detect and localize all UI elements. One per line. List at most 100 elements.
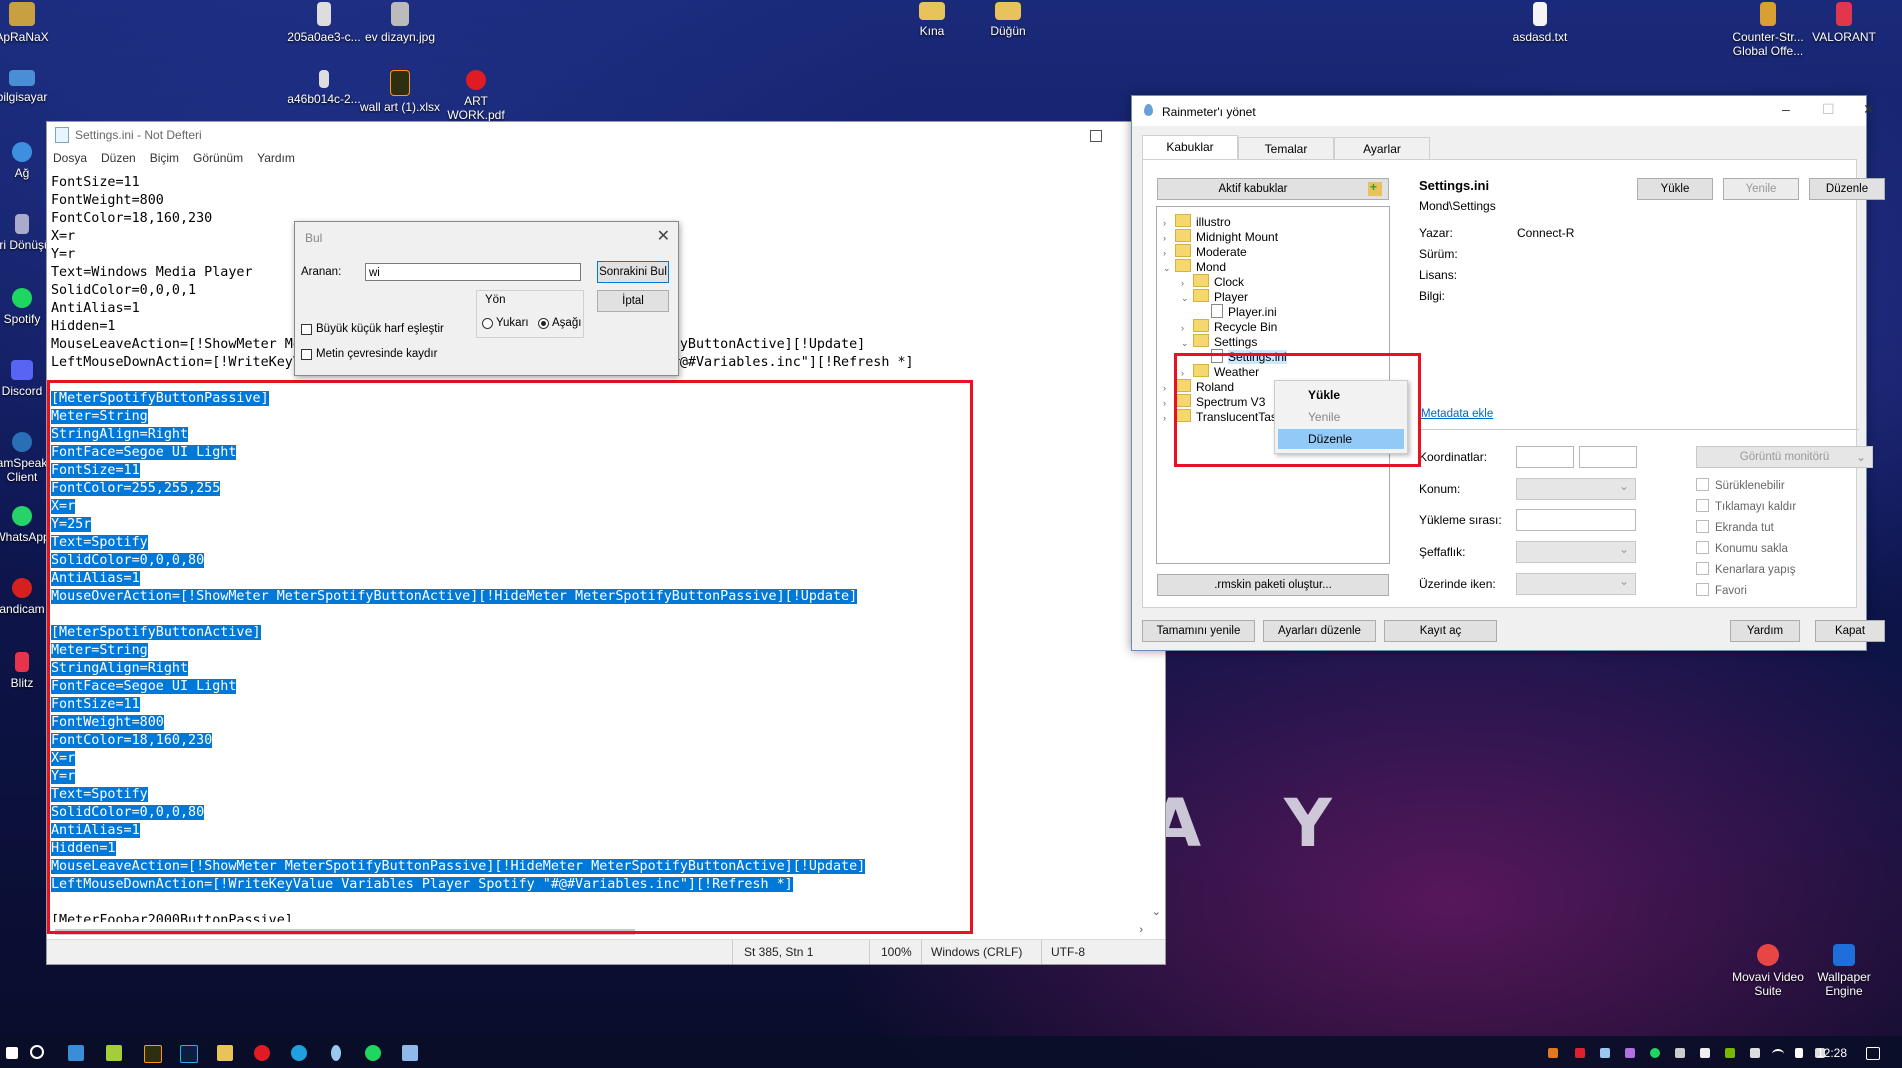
tray-icon[interactable]: [1750, 1048, 1760, 1058]
app-icon[interactable]: [106, 1045, 122, 1061]
tray-icon[interactable]: [1600, 1048, 1610, 1058]
nvidia-icon[interactable]: [1725, 1048, 1735, 1058]
refresh-all-button[interactable]: Tamamını yenile: [1142, 620, 1255, 642]
tree-node-label: Midnight Mount: [1196, 230, 1279, 244]
tree-node-label: Mond: [1196, 260, 1227, 274]
edit-button[interactable]: Düzenle: [1809, 178, 1885, 200]
direction-up-radio[interactable]: [482, 318, 493, 329]
blitz-icon: [15, 652, 29, 672]
find-dialog-title: Bul: [305, 231, 323, 245]
direction-down-radio[interactable]: [538, 318, 549, 329]
file-explorer-icon[interactable]: [217, 1045, 233, 1061]
highlight-box-selection: [47, 380, 973, 934]
search-input[interactable]: wi: [365, 263, 581, 281]
load-button[interactable]: Yükle: [1637, 178, 1713, 200]
menu-view[interactable]: Görünüm: [193, 151, 243, 165]
folder-icon: [1193, 319, 1209, 332]
desktop-icon-image-file[interactable]: 205a0ae3-c...: [284, 2, 364, 44]
opera-icon[interactable]: [254, 1045, 270, 1061]
tray-icon[interactable]: [1700, 1048, 1710, 1058]
wallpaper-engine-icon: [1833, 944, 1855, 966]
add-metadata-link[interactable]: Metadata ekle: [1421, 408, 1493, 420]
rainmeter-titlebar[interactable]: Rainmeter'ı yönet – ☐ ✕: [1132, 96, 1875, 126]
desktop-icon-apranax[interactable]: ApRaNaX: [0, 2, 62, 44]
search-icon[interactable]: [30, 1045, 44, 1059]
status-cursor-position: St 385, Stn 1: [744, 945, 814, 959]
tab-skins[interactable]: Kabuklar: [1142, 135, 1238, 160]
add-plus-icon: +: [1370, 180, 1378, 194]
close-button[interactable]: Kapat: [1815, 620, 1885, 642]
desktop-icon-art-work[interactable]: ART WORK.pdf: [436, 70, 516, 122]
desktop-icon-asdasd-txt[interactable]: asdasd.txt: [1500, 2, 1580, 44]
coord-y-input[interactable]: [1579, 446, 1637, 468]
tray-icon[interactable]: [1675, 1048, 1685, 1058]
text-line[interactable]: FontWeight=800: [51, 192, 1147, 210]
spotify-icon[interactable]: [365, 1045, 381, 1061]
menu-file[interactable]: Dosya: [53, 151, 87, 165]
minimize-icon[interactable]: –: [1782, 101, 1790, 117]
csgo-icon: [1760, 2, 1776, 26]
desktop-icon-wall-art[interactable]: wall art (1).xlsx: [360, 70, 440, 114]
desktop-icon-wallpaper-engine[interactable]: Wallpaper Engine: [1804, 944, 1884, 998]
open-log-button[interactable]: Kayıt aç: [1384, 620, 1497, 642]
coord-x-input[interactable]: [1516, 446, 1574, 468]
text-line-content: X=r: [51, 229, 76, 244]
tray-icon[interactable]: [1625, 1048, 1635, 1058]
desktop-icon-a46b[interactable]: a46b014c-2...: [284, 70, 364, 106]
author-label: Yazar:: [1419, 226, 1453, 240]
photoshop-icon[interactable]: [180, 1045, 198, 1063]
load-order-input[interactable]: [1516, 509, 1636, 531]
edit-settings-button[interactable]: Ayarları düzenle: [1263, 620, 1376, 642]
menu-edit[interactable]: Düzen: [101, 151, 136, 165]
start-icon[interactable]: [6, 1047, 18, 1059]
tray-icon[interactable]: [1575, 1048, 1585, 1058]
tray-icon[interactable]: [1548, 1048, 1558, 1058]
info-label: Bilgi:: [1419, 289, 1446, 303]
cancel-button[interactable]: İptal: [597, 290, 669, 312]
match-case-checkbox[interactable]: [301, 324, 312, 335]
mail-icon[interactable]: [68, 1045, 84, 1061]
desktop-folder-dugun[interactable]: Düğün: [968, 2, 1048, 38]
desktop-icon-ev-dizayn[interactable]: ev dizayn.jpg: [360, 2, 440, 44]
notepad-titlebar[interactable]: Settings.ini - Not Defteri: [47, 122, 1165, 148]
menu-format[interactable]: Biçim: [150, 151, 179, 165]
click-through-label: Tıklamayı kaldır: [1715, 501, 1797, 513]
desktop-icon-movavi[interactable]: Movavi Video Suite: [1728, 944, 1808, 998]
desktop-icon-valorant[interactable]: VALORANT: [1804, 2, 1884, 44]
wifi-icon[interactable]: [1772, 1049, 1784, 1059]
rainmeter-icon[interactable]: [331, 1045, 341, 1061]
edge-icon[interactable]: [291, 1045, 307, 1061]
active-skins-dropdown[interactable]: Aktif kabuklar▼: [1157, 178, 1389, 200]
expander-icon[interactable]: ⌄: [1181, 289, 1193, 307]
volume-icon[interactable]: [1795, 1048, 1803, 1058]
expander-icon[interactable]: ⌄: [1181, 334, 1193, 352]
help-button[interactable]: Yardım: [1730, 620, 1800, 642]
scroll-right-icon[interactable]: ›: [1139, 924, 1143, 936]
close-icon[interactable]: ✕: [657, 226, 670, 246]
expander-icon[interactable]: ⌄: [1163, 259, 1175, 277]
desktop-icon-csgo[interactable]: Counter-Str... Global Offe...: [1728, 2, 1808, 58]
text-line[interactable]: FontSize=11: [51, 174, 1147, 192]
notifications-icon[interactable]: [1866, 1047, 1880, 1060]
wrap-around-label: Metin çevresinde kaydır: [316, 348, 438, 360]
notepad-icon[interactable]: [402, 1045, 418, 1061]
desktop-icon-bilgisayar[interactable]: bilgisayar: [0, 70, 62, 104]
illustrator-icon[interactable]: [144, 1045, 162, 1063]
snap-to-edges-checkbox: Kenarlara yapış: [1696, 562, 1796, 576]
tray-spotify-icon[interactable]: [1650, 1048, 1660, 1058]
status-divider: [1041, 940, 1042, 964]
text-line-content: Hidden=1: [51, 319, 116, 334]
scroll-down-icon[interactable]: ⌄: [1152, 905, 1161, 918]
teamspeak-icon: [12, 432, 32, 452]
clock-time[interactable]: 12:28: [1817, 1046, 1847, 1060]
tab-layouts[interactable]: Temalar: [1238, 137, 1334, 159]
desktop-folder-kina[interactable]: Kına: [892, 2, 972, 38]
create-rmskin-button[interactable]: .rmskin paketi oluştur...: [1157, 574, 1389, 596]
maximize-button[interactable]: [1090, 130, 1102, 142]
wrap-around-checkbox[interactable]: [301, 349, 312, 360]
transparency-label: Şeffaflık:: [1419, 545, 1466, 559]
tab-settings[interactable]: Ayarlar: [1334, 137, 1430, 159]
find-next-button[interactable]: Sonrakini Bul: [597, 261, 669, 283]
menu-help[interactable]: Yardım: [257, 151, 295, 165]
close-icon[interactable]: ✕: [1863, 101, 1875, 118]
